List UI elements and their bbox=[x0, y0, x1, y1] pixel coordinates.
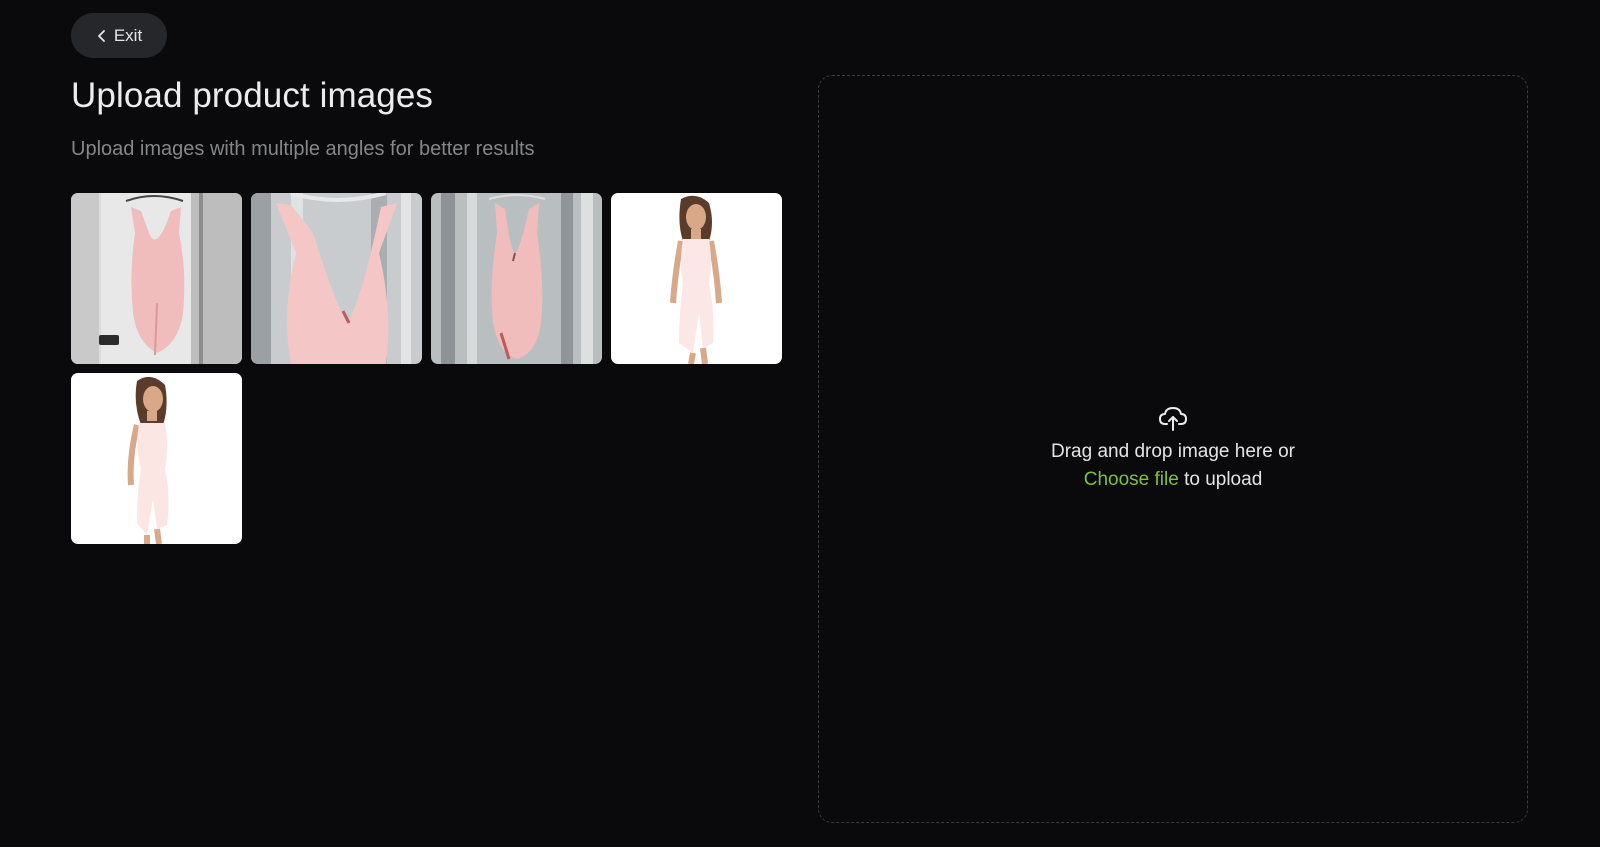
page-title: Upload product images bbox=[71, 76, 434, 115]
dropzone-instruction-2: Choose file to upload bbox=[1084, 466, 1263, 494]
dress-photo-image bbox=[71, 193, 242, 364]
dress-photo-image bbox=[431, 193, 602, 364]
upload-suffix: to upload bbox=[1178, 469, 1263, 490]
cloud-upload-icon bbox=[1159, 407, 1187, 431]
thumbnail-model-front[interactable] bbox=[611, 193, 782, 364]
thumbnail-model-side[interactable] bbox=[71, 373, 242, 544]
dropzone-instruction: Drag and drop image here or bbox=[1051, 441, 1295, 462]
model-photo-image bbox=[611, 193, 782, 364]
exit-button[interactable]: Exit bbox=[71, 13, 167, 58]
model-photo-image bbox=[71, 373, 242, 544]
page-subtitle: Upload images with multiple angles for b… bbox=[71, 138, 535, 160]
thumbnail-dress-on-wood[interactable] bbox=[431, 193, 602, 364]
exit-label: Exit bbox=[113, 25, 143, 45]
upload-dropzone[interactable]: Drag and drop image here or Choose file … bbox=[818, 75, 1528, 823]
choose-file-link[interactable]: Choose file bbox=[1084, 469, 1179, 490]
chevron-left-icon bbox=[97, 29, 105, 42]
thumbnail-dress-on-door[interactable] bbox=[71, 193, 242, 364]
thumbnail-dress-closeup[interactable] bbox=[251, 193, 422, 364]
thumbnail-grid bbox=[71, 193, 782, 544]
dress-photo-image bbox=[251, 193, 422, 364]
